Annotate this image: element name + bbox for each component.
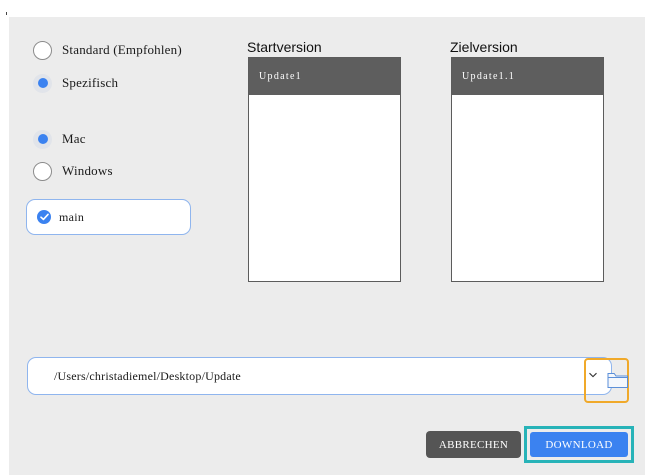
- target-version-list[interactable]: Update1.1: [451, 57, 604, 282]
- cancel-button[interactable]: ABBRECHEN: [426, 431, 521, 458]
- radio-windows[interactable]: Windows: [33, 160, 113, 182]
- radio-standard[interactable]: Standard (Empfohlen): [33, 39, 182, 61]
- radio-mac-circle[interactable]: [33, 129, 52, 149]
- browse-folder-button[interactable]: [584, 358, 629, 403]
- start-version-title: Startversion: [247, 39, 322, 55]
- radio-specific[interactable]: Spezifisch: [33, 72, 118, 94]
- target-version-title: Zielversion: [450, 39, 518, 55]
- radio-standard-label: Standard (Empfohlen): [62, 42, 182, 57]
- radio-selected-dot: [37, 78, 48, 88]
- update-download-dialog: Standard (Empfohlen) Spezifisch Mac Wind…: [9, 17, 645, 475]
- branch-checkbox-main[interactable]: main: [26, 199, 191, 235]
- download-path-field[interactable]: /Users/christadiemel/Desktop/Update: [27, 357, 612, 395]
- target-version-selected-label: Update1.1: [462, 71, 516, 82]
- start-version-selected-label: Update1: [259, 71, 302, 82]
- download-button[interactable]: DOWNLOAD: [530, 432, 628, 457]
- target-version-selected-item[interactable]: Update1.1: [452, 58, 603, 95]
- download-path-value: /Users/christadiemel/Desktop/Update: [54, 368, 241, 383]
- radio-mac-label: Mac: [62, 131, 86, 146]
- radio-mac[interactable]: Mac: [33, 128, 86, 150]
- window-corner-mark: [6, 12, 7, 15]
- radio-specific-circle[interactable]: [33, 73, 52, 93]
- radio-selected-dot: [37, 134, 48, 144]
- checkmark-icon[interactable]: [37, 210, 51, 224]
- radio-windows-circle[interactable]: [33, 161, 52, 181]
- folder-icon: [607, 373, 628, 388]
- branch-label: main: [59, 209, 85, 224]
- radio-windows-label: Windows: [62, 163, 113, 178]
- download-button-focus-ring: DOWNLOAD: [524, 426, 634, 463]
- radio-specific-label: Spezifisch: [62, 75, 119, 90]
- start-version-selected-item[interactable]: Update1: [249, 58, 400, 95]
- radio-standard-circle[interactable]: [33, 40, 52, 60]
- start-version-list[interactable]: Update1: [248, 57, 401, 282]
